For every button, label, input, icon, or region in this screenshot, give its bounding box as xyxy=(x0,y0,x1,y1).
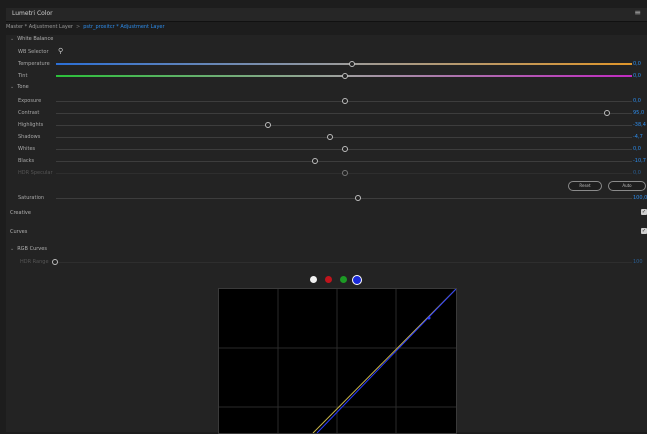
exposure-value[interactable]: 0,0 xyxy=(633,98,647,104)
channel-white-dot[interactable] xyxy=(310,276,317,283)
temperature-value[interactable]: 0,0 xyxy=(633,61,647,67)
temperature-slider-thumb[interactable] xyxy=(349,61,355,67)
tint-slider-thumb[interactable] xyxy=(342,73,348,79)
clip-separator: > xyxy=(76,24,81,30)
hdr-range-label: HDR Range xyxy=(20,259,49,265)
temperature-row: Temperature 0,0 xyxy=(6,59,647,69)
saturation-slider-thumb[interactable] xyxy=(355,195,361,201)
whites-label: Whites xyxy=(18,146,36,152)
master-clip-label[interactable]: Master * Adjustment Layer xyxy=(6,24,73,30)
white-balance-header[interactable]: ⌄ White Balance xyxy=(10,36,53,42)
tint-value[interactable]: 0,0 xyxy=(633,73,647,79)
auto-button[interactable]: Auto xyxy=(608,181,646,191)
hdr-specular-label: HDR Specular xyxy=(18,170,53,176)
panel-title: Lumetri Color xyxy=(12,10,53,17)
wb-selector-label: WB Selector xyxy=(18,49,49,55)
creative-header[interactable]: Creative xyxy=(10,210,31,216)
curve-control-point[interactable] xyxy=(427,316,431,320)
hamburger-menu-icon[interactable]: ≡ xyxy=(634,8,641,17)
creative-checkbox[interactable]: ✓ xyxy=(641,209,647,215)
temperature-label: Temperature xyxy=(18,61,50,67)
blue-curve-line[interactable] xyxy=(316,289,456,433)
whites-row: Whites 0,0 xyxy=(6,144,647,154)
white-balance-title: White Balance xyxy=(17,36,54,42)
rgb-curves-title: RGB Curves xyxy=(17,246,47,252)
highlights-value[interactable]: -38,4 xyxy=(633,122,647,128)
blacks-row: Blacks -10,7 xyxy=(6,156,647,166)
whites-slider-thumb[interactable] xyxy=(342,146,348,152)
whites-value[interactable]: 0,0 xyxy=(633,146,647,152)
shadows-slider-thumb[interactable] xyxy=(327,134,333,140)
channel-green-dot[interactable] xyxy=(340,276,347,283)
creative-title: Creative xyxy=(10,210,31,216)
channel-red-dot[interactable] xyxy=(325,276,332,283)
blacks-value[interactable]: -10,7 xyxy=(633,158,647,164)
saturation-row: Saturation 100,0 xyxy=(6,193,647,203)
hdr-specular-row: HDR Specular 0,0 xyxy=(6,168,647,178)
highlights-slider-track[interactable] xyxy=(56,125,632,126)
contrast-row: Contrast 95,0 xyxy=(6,108,647,118)
curves-title: Curves xyxy=(10,229,28,235)
shadows-value[interactable]: -4,7 xyxy=(633,134,647,140)
hdr-specular-slider-thumb xyxy=(342,170,348,176)
exposure-slider-thumb[interactable] xyxy=(342,98,348,104)
tint-label: Tint xyxy=(18,73,28,79)
blacks-label: Blacks xyxy=(18,158,35,164)
temperature-slider-track[interactable] xyxy=(56,63,632,65)
blacks-slider-track[interactable] xyxy=(56,161,632,162)
curves-checkbox[interactable]: ✓ xyxy=(641,228,647,234)
tone-title: Tone xyxy=(17,84,29,90)
tint-row: Tint 0,0 xyxy=(6,71,647,81)
highlights-row: Highlights -38,4 xyxy=(6,120,647,130)
highlights-label: Highlights xyxy=(18,122,44,128)
contrast-value[interactable]: 95,0 xyxy=(633,110,647,116)
blacks-slider-thumb[interactable] xyxy=(312,158,318,164)
exposure-label: Exposure xyxy=(18,98,42,104)
hdr-specular-value: 0,0 xyxy=(633,170,641,176)
reset-button[interactable]: Reset xyxy=(568,181,602,191)
rgb-curves-header[interactable]: ⌄ RGB Curves xyxy=(10,246,47,252)
active-clip-label[interactable]: pstr_proxitcr * Adjustment Layer xyxy=(83,24,164,30)
hdr-range-slider-track[interactable] xyxy=(58,262,632,263)
shadows-row: Shadows -4,7 xyxy=(6,132,647,142)
curve-grid-svg xyxy=(219,289,456,433)
tone-header[interactable]: ⌄ Tone xyxy=(10,84,29,90)
contrast-slider-thumb[interactable] xyxy=(604,110,610,116)
hdr-range-value[interactable]: 100 xyxy=(633,259,647,265)
saturation-slider-track[interactable] xyxy=(56,198,632,199)
eyedropper-icon[interactable]: ⚲ xyxy=(58,47,63,55)
chevron-down-icon: ⌄ xyxy=(10,84,15,90)
panel-header: Lumetri Color ≡ xyxy=(6,8,647,22)
chevron-down-icon: ⌄ xyxy=(10,36,15,42)
rgb-curve-graph[interactable] xyxy=(218,288,457,434)
hdr-range-row: HDR Range 100 xyxy=(6,257,647,267)
contrast-label: Contrast xyxy=(18,110,40,116)
clip-selector[interactable]: Master * Adjustment Layer > pstr_proxitcr … xyxy=(6,24,165,34)
curve-channel-selector xyxy=(0,275,647,285)
exposure-row: Exposure 0,0 xyxy=(6,96,647,106)
wb-selector-row: WB Selector ⚲ xyxy=(6,47,647,57)
contrast-slider-track[interactable] xyxy=(56,113,632,114)
channel-blue-dot[interactable] xyxy=(352,275,362,285)
shadows-slider-track[interactable] xyxy=(56,137,632,138)
highlights-slider-thumb[interactable] xyxy=(265,122,271,128)
saturation-value[interactable]: 100,0 xyxy=(633,195,647,201)
shadows-label: Shadows xyxy=(18,134,41,140)
saturation-label: Saturation xyxy=(18,195,45,201)
curves-header[interactable]: Curves xyxy=(10,229,27,235)
chevron-down-icon: ⌄ xyxy=(10,246,15,252)
